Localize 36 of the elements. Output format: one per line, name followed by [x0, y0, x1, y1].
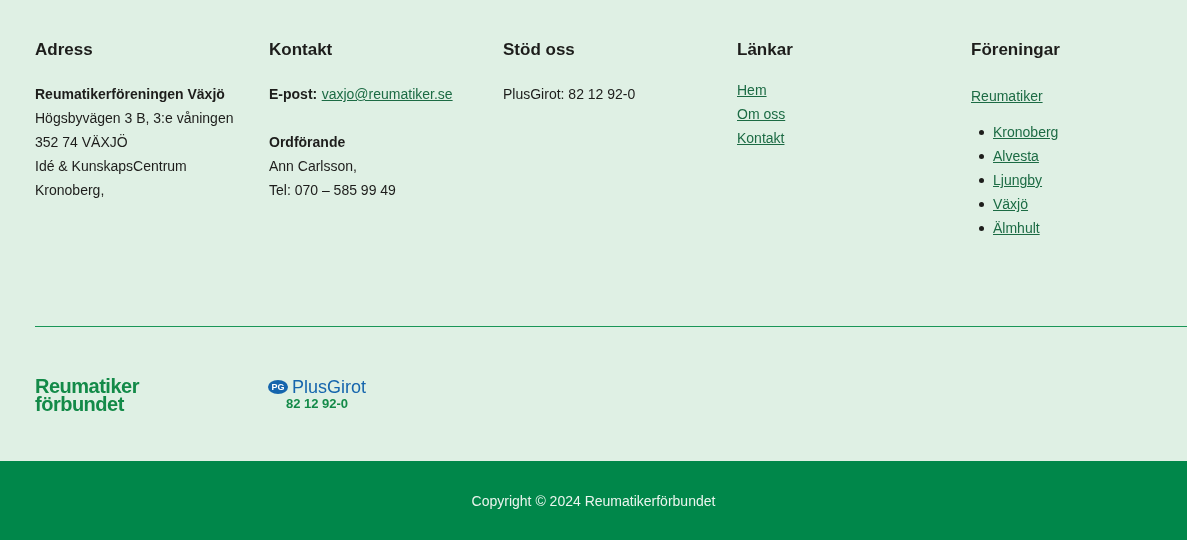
address-line: Högsbyvägen 3 B, 3:e våningen	[35, 109, 234, 128]
address-line: Kronoberg,	[35, 181, 105, 200]
association-link[interactable]: Alvesta	[993, 144, 1039, 168]
copyright-text: Copyright © 2024 Reumatikerförbundet	[471, 492, 716, 509]
email-link[interactable]: vaxjo@reumatiker.se	[321, 86, 453, 102]
column-heading: Länkar	[737, 40, 793, 60]
column-heading: Adress	[35, 40, 93, 60]
organization-name: Reumatikerföreningen Växjö	[35, 85, 225, 104]
association-link[interactable]: Växjö	[993, 192, 1029, 216]
contact-line: Tel: 070 – 585 99 49	[269, 181, 396, 200]
footer-link[interactable]: Om oss	[737, 106, 786, 122]
bullet-icon	[979, 201, 984, 207]
donation-text: PlusGirot: 82 12 92-0	[503, 85, 636, 104]
bullet-icon	[979, 177, 984, 183]
association-link[interactable]: Älmhult	[993, 216, 1040, 240]
brand-logo-text: förbundet	[35, 395, 126, 413]
bullet-icon	[979, 225, 984, 231]
plusgirot-logo-text: PlusGirot	[292, 378, 367, 396]
association-link[interactable]: Kronoberg	[993, 120, 1059, 144]
contact-line: Ann Carlsson,	[269, 157, 357, 176]
address-line: Idé & KunskapsCentrum	[35, 157, 187, 176]
footer-link[interactable]: Kontakt	[737, 130, 785, 146]
bullet-icon	[979, 153, 984, 159]
contact-role: Ordförande	[269, 133, 346, 152]
address-line: 352 74 VÄXJÖ	[35, 133, 128, 152]
column-heading: Kontakt	[269, 40, 333, 60]
association-link[interactable]: Ljungby	[993, 168, 1043, 192]
bullet-icon	[979, 129, 984, 135]
plusgirot-badge: PG	[268, 380, 288, 394]
column-heading: Föreningar	[971, 40, 1060, 60]
plusgirot-number: 82 12 92-0	[285, 396, 349, 412]
email-label: E-post:	[269, 86, 318, 102]
footer-link[interactable]: Hem	[737, 82, 767, 98]
column-heading: Stöd oss	[503, 40, 575, 60]
association-link[interactable]: Reumatiker	[971, 84, 1043, 108]
brand-logo-text: Reumatiker	[35, 377, 141, 395]
